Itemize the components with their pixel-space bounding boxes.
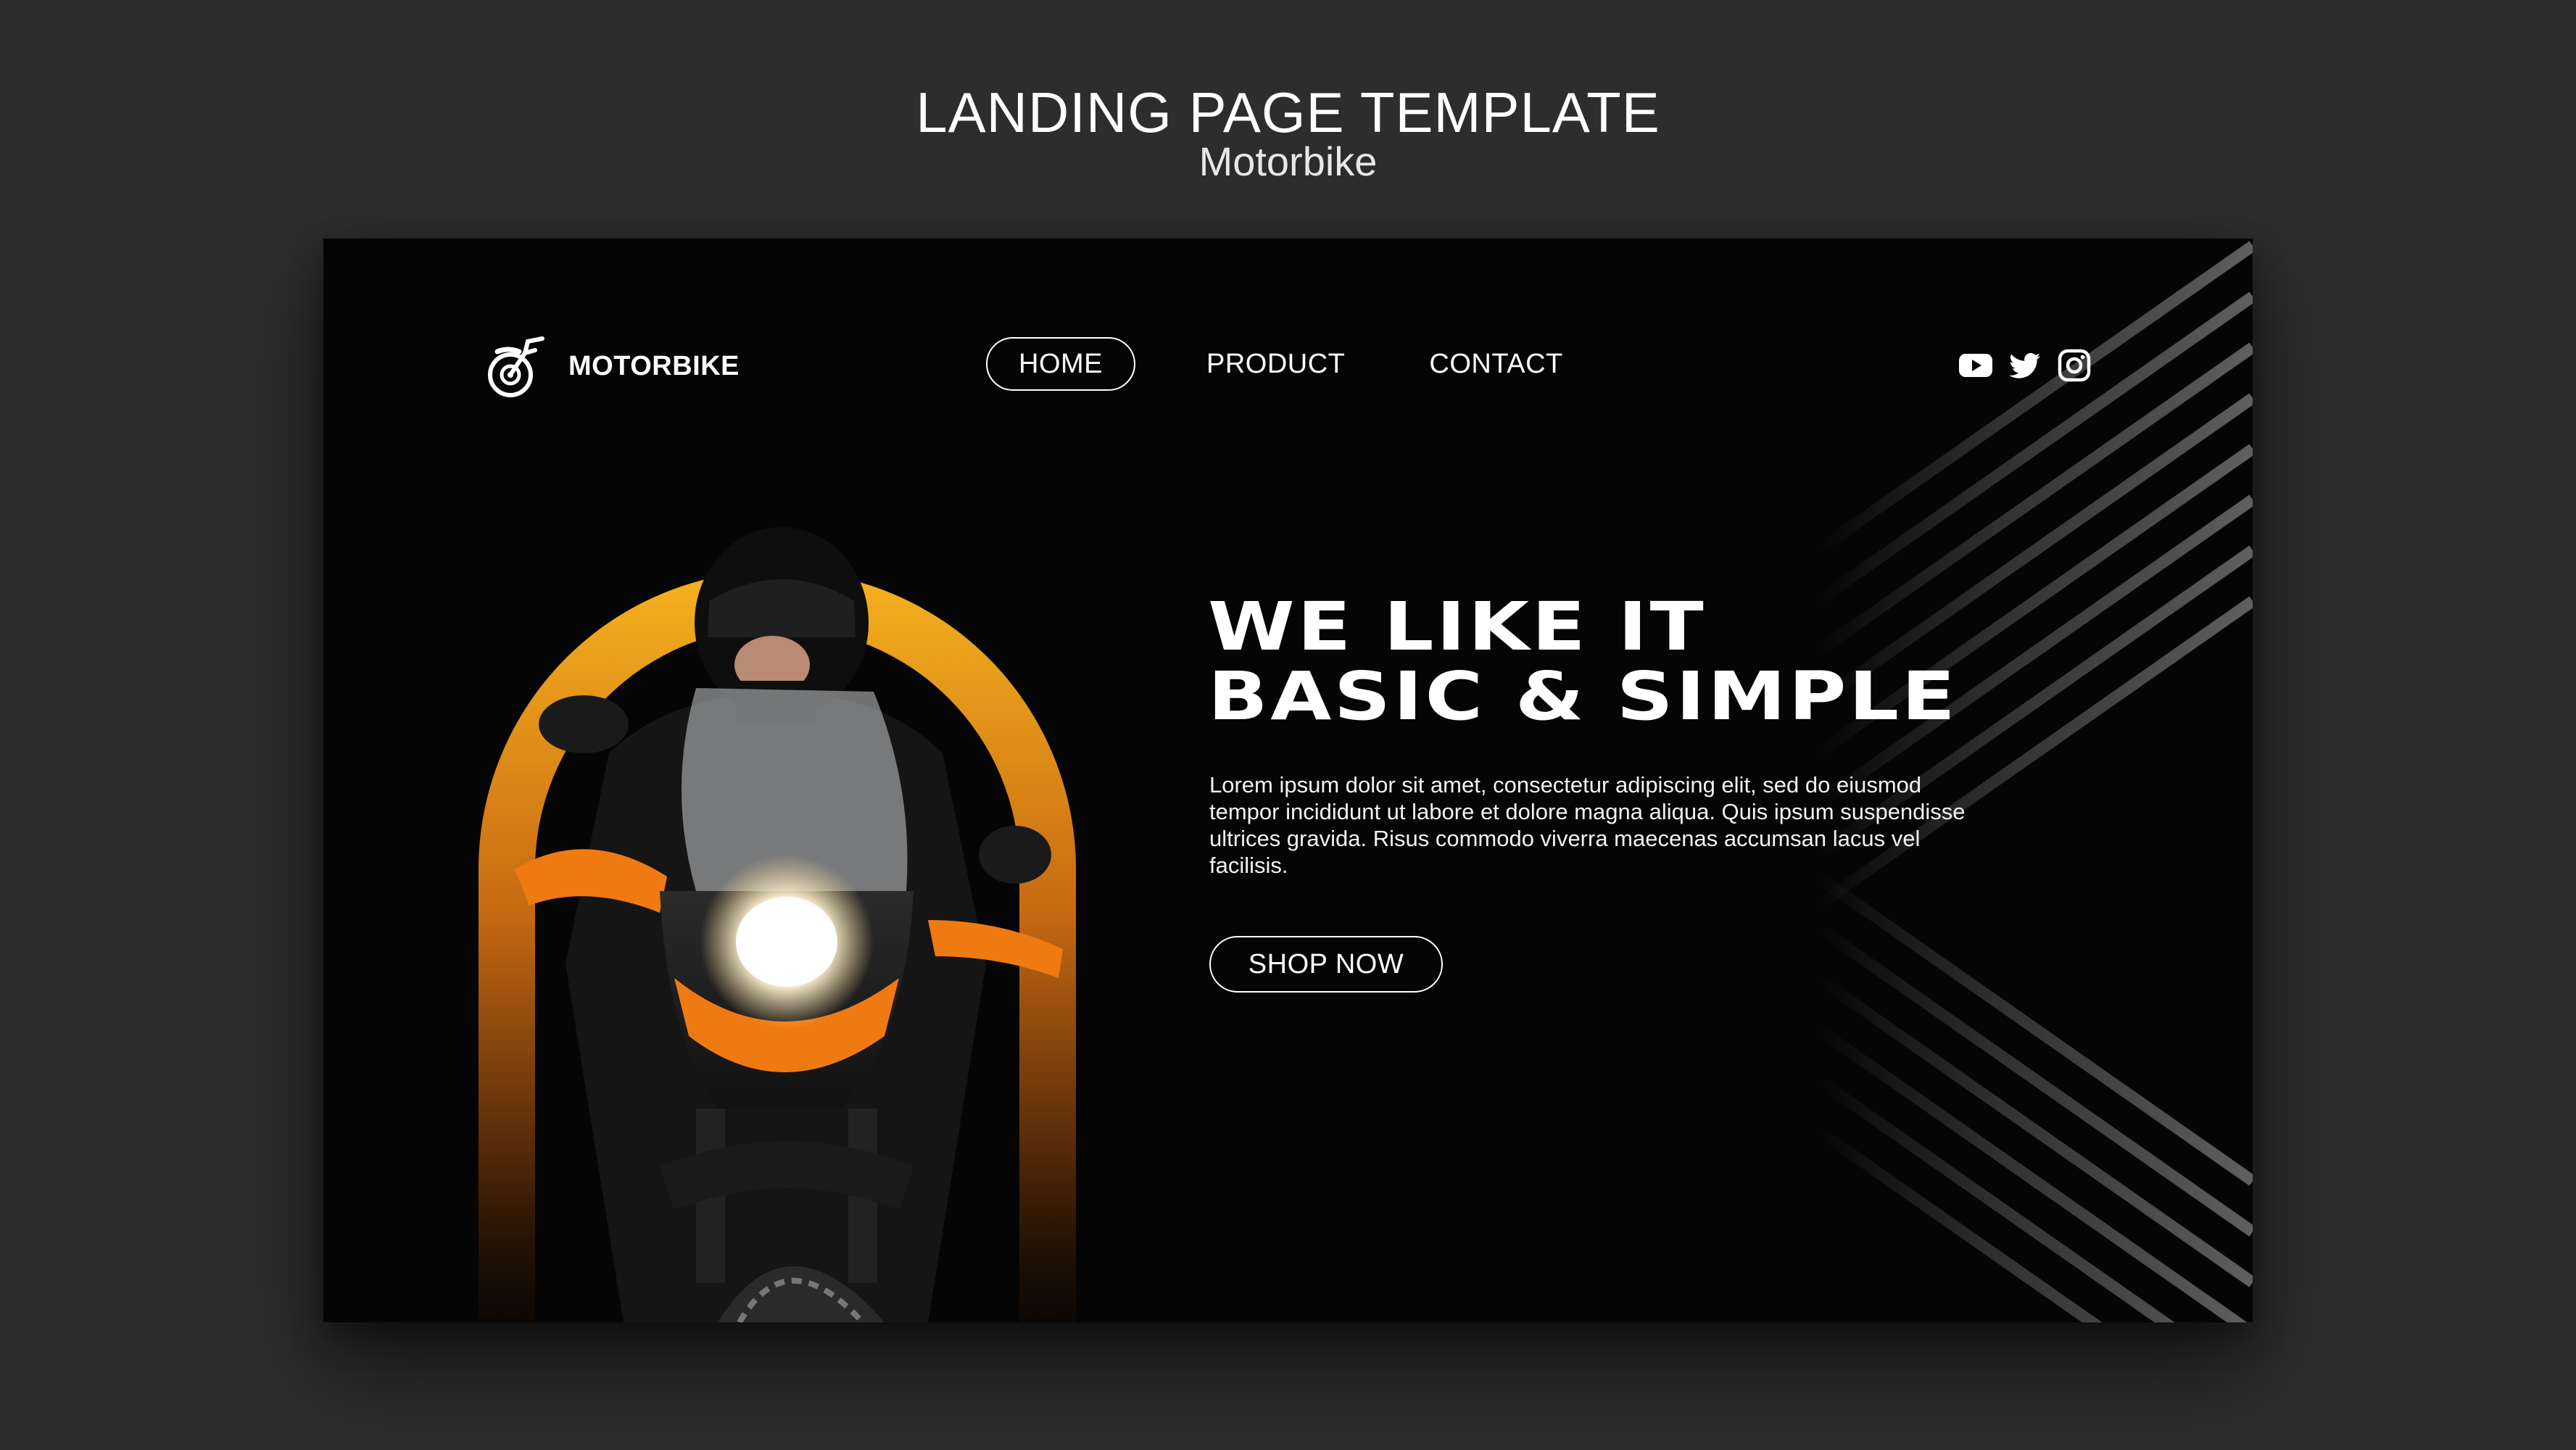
hero-description: Lorem ipsum dolor sit amet, consectetur … [1209,772,1966,878]
twitter-icon[interactable] [2007,347,2043,384]
brand-logo[interactable]: MOTORBIKE [483,331,740,401]
nav-item-home[interactable]: HOME [986,337,1135,391]
youtube-icon[interactable] [1958,347,1994,384]
shop-now-button[interactable]: SHOP NOW [1209,936,1443,993]
nav-item-product[interactable]: PRODUCT [1206,349,1345,380]
brand-name: MOTORBIKE [568,350,740,381]
page-subtitle: Motorbike [1198,138,1378,184]
nav-item-contact[interactable]: CONTACT [1429,349,1562,380]
hero-heading-line-2: BASIC & SIMPLE [1208,658,1958,735]
social-links [1958,347,2105,384]
hero-heading: WE LIKE IT BASIC & SIMPLE [1208,592,1958,732]
motorbike-icon [488,336,544,397]
page-title: LANDING PAGE TEMPLATE [916,80,1660,144]
hero-motorbike-image [479,527,1076,1322]
instagram-icon[interactable] [2056,347,2092,384]
landing-page-mockup: MOTORBIKE HOME PRODUCT CONTACT WE LIKE I… [323,239,2253,1322]
main-nav: HOME PRODUCT CONTACT [986,337,1563,391]
hero-heading-line-1: WE LIKE IT [1208,588,1707,666]
